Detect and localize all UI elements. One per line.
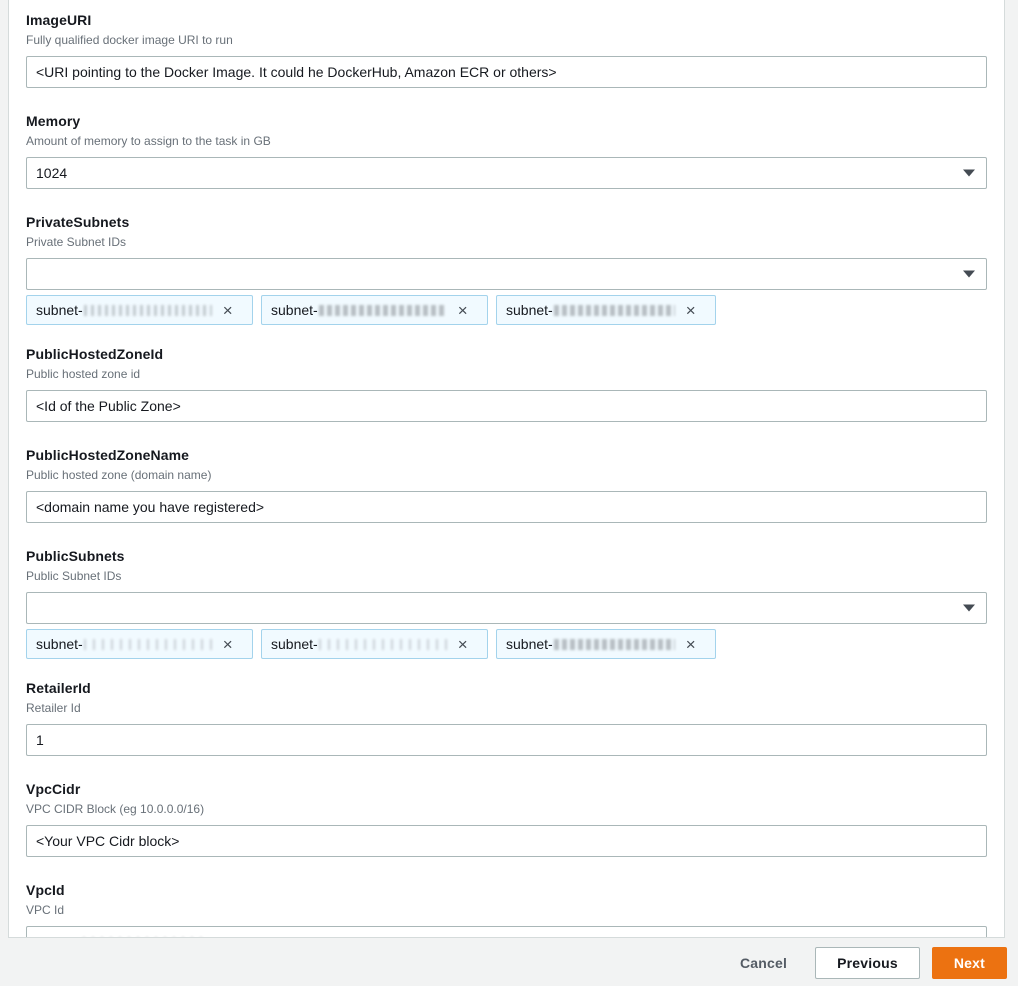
next-button[interactable]: Next <box>932 947 1007 979</box>
privatesubnets-token-row: subnet- × subnet- × subnet- × <box>26 295 987 325</box>
memory-select[interactable]: 1024 <box>26 157 987 189</box>
token-prefix: subnet- <box>506 636 553 652</box>
close-icon[interactable]: × <box>686 302 696 319</box>
memory-select-value: 1024 <box>27 165 67 181</box>
field-description-vpccidr: VPC CIDR Block (eg 10.0.0.0/16) <box>26 800 987 818</box>
field-vpcid: VpcId VPC Id vpc-06 <box>26 857 987 938</box>
imageuri-input[interactable]: <URI pointing to the Docker Image. It co… <box>26 56 987 88</box>
chevron-down-icon <box>963 170 975 177</box>
field-description-imageuri: Fully qualified docker image URI to run <box>26 31 987 49</box>
token-prefix: subnet- <box>271 302 318 318</box>
close-icon[interactable]: × <box>223 302 233 319</box>
field-memory: Memory Amount of memory to assign to the… <box>26 88 987 189</box>
redacted-value <box>83 937 203 939</box>
token-prefix: subnet- <box>506 302 553 318</box>
field-description-publichostedzoneid: Public hosted zone id <box>26 365 987 383</box>
field-label-privatesubnets: PrivateSubnets <box>26 212 987 232</box>
token-prefix: subnet- <box>36 302 83 318</box>
field-imageuri: ImageURI Fully qualified docker image UR… <box>26 0 987 88</box>
publichostedzonename-input[interactable]: <domain name you have registered> <box>26 491 987 523</box>
redacted-value <box>554 305 675 316</box>
field-label-vpccidr: VpcCidr <box>26 779 987 799</box>
close-icon[interactable]: × <box>686 636 696 653</box>
token-prefix: subnet- <box>36 636 83 652</box>
previous-button[interactable]: Previous <box>815 947 920 979</box>
publicsubnets-token-row: subnet- × subnet- × subnet- × <box>26 629 987 659</box>
field-description-privatesubnets: Private Subnet IDs <box>26 233 987 251</box>
token-private-subnet-1[interactable]: subnet- × <box>26 295 253 325</box>
token-prefix: subnet- <box>271 636 318 652</box>
field-label-vpcid: VpcId <box>26 880 987 900</box>
field-description-retailerid: Retailer Id <box>26 699 987 717</box>
field-publichostedzoneid: PublicHostedZoneId Public hosted zone id… <box>26 325 987 422</box>
chevron-down-icon <box>963 605 975 612</box>
parameters-list: ImageURI Fully qualified docker image UR… <box>9 0 1004 938</box>
field-publichostedzonename: PublicHostedZoneName Public hosted zone … <box>26 422 987 523</box>
wizard-footer: Cancel Previous Next <box>0 939 1018 986</box>
field-label-publicsubnets: PublicSubnets <box>26 546 987 566</box>
token-public-subnet-3[interactable]: subnet- × <box>496 629 716 659</box>
page-root: ImageURI Fully qualified docker image UR… <box>0 0 1018 986</box>
field-label-publichostedzoneid: PublicHostedZoneId <box>26 344 987 364</box>
close-icon[interactable]: × <box>223 636 233 653</box>
field-label-memory: Memory <box>26 111 987 131</box>
field-description-publicsubnets: Public Subnet IDs <box>26 567 987 585</box>
field-privatesubnets: PrivateSubnets Private Subnet IDs subnet… <box>26 189 987 325</box>
close-icon[interactable]: × <box>458 302 468 319</box>
field-publicsubnets: PublicSubnets Public Subnet IDs subnet- … <box>26 523 987 659</box>
vpcid-select-value: vpc-06 <box>27 934 78 938</box>
close-icon[interactable]: × <box>458 636 468 653</box>
retailerid-input[interactable]: 1 <box>26 724 987 756</box>
field-description-publichostedzonename: Public hosted zone (domain name) <box>26 466 987 484</box>
privatesubnets-multiselect[interactable] <box>26 258 987 290</box>
redacted-value <box>84 639 212 650</box>
vpccidr-input-value: <Your VPC Cidr block> <box>27 833 179 849</box>
token-public-subnet-2[interactable]: subnet- × <box>261 629 488 659</box>
stack-parameters-card: ImageURI Fully qualified docker image UR… <box>8 0 1005 938</box>
publichostedzoneid-input[interactable]: <Id of the Public Zone> <box>26 390 987 422</box>
vpcid-select[interactable]: vpc-06 <box>26 926 987 938</box>
token-public-subnet-1[interactable]: subnet- × <box>26 629 253 659</box>
redacted-value <box>554 639 675 650</box>
field-label-imageuri: ImageURI <box>26 10 987 30</box>
publichostedzonename-input-value: <domain name you have registered> <box>27 499 264 515</box>
redacted-value <box>319 305 447 316</box>
field-description-vpcid: VPC Id <box>26 901 987 919</box>
publicsubnets-multiselect[interactable] <box>26 592 987 624</box>
token-private-subnet-2[interactable]: subnet- × <box>261 295 488 325</box>
field-vpccidr: VpcCidr VPC CIDR Block (eg 10.0.0.0/16) … <box>26 756 987 857</box>
field-label-retailerid: RetailerId <box>26 678 987 698</box>
cancel-button[interactable]: Cancel <box>724 947 803 979</box>
field-description-memory: Amount of memory to assign to the task i… <box>26 132 987 150</box>
redacted-value <box>319 639 447 650</box>
retailerid-input-value: 1 <box>27 732 44 748</box>
vpccidr-input[interactable]: <Your VPC Cidr block> <box>26 825 987 857</box>
redacted-value <box>84 305 212 316</box>
imageuri-input-value: <URI pointing to the Docker Image. It co… <box>27 64 557 80</box>
field-label-publichostedzonename: PublicHostedZoneName <box>26 445 987 465</box>
field-retailerid: RetailerId Retailer Id 1 <box>26 659 987 756</box>
chevron-down-icon <box>963 271 975 278</box>
token-private-subnet-3[interactable]: subnet- × <box>496 295 716 325</box>
publichostedzoneid-input-value: <Id of the Public Zone> <box>27 398 181 414</box>
